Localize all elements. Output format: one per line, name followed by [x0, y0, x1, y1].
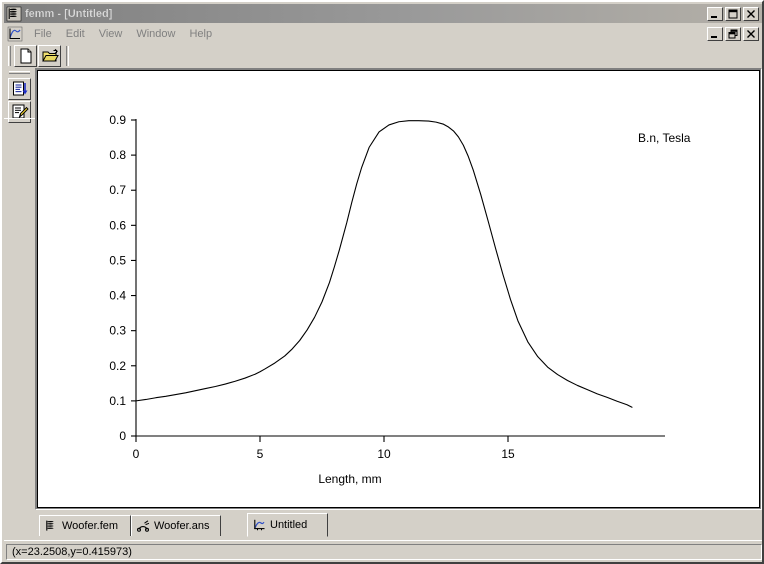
x-tick-label: 5: [257, 447, 264, 461]
child-window-controls: [707, 26, 759, 41]
new-document-button[interactable]: [14, 44, 37, 67]
left-toolbar: [4, 68, 35, 538]
y-tick-label: 0.8: [109, 148, 126, 162]
y-tick-label: 0.6: [109, 218, 126, 232]
menu-item-file[interactable]: File: [27, 26, 59, 42]
close-button[interactable]: [743, 6, 759, 21]
mdi-client-area: 0 0.1 0.2 0.3 0.4 0.5 0.6 0.7 0.8 0.9 0 5 10 15 Leng…: [35, 68, 762, 510]
left-toolbar-grip[interactable]: [9, 71, 30, 74]
tab-woofer-fem[interactable]: Woofer.fem: [39, 515, 131, 536]
export-data-button[interactable]: [8, 78, 31, 100]
tab-untitled[interactable]: Untitled: [247, 513, 328, 537]
y-tick-label: 0.7: [109, 183, 126, 197]
x-axis-label: Length, mm: [318, 472, 381, 486]
femm-coil-icon: [6, 6, 22, 22]
legend-label: B.n, Tesla: [638, 131, 691, 145]
status-bar: (x=23.2508,y=0.415973): [4, 540, 762, 562]
y-tick-label: 0.3: [109, 324, 126, 338]
tab-label: Woofer.ans: [154, 520, 210, 532]
x-tick-label: 15: [501, 447, 515, 461]
magnet-icon: [136, 519, 150, 533]
tab-label: Untitled: [270, 519, 308, 531]
tab-label: Woofer.fem: [62, 520, 119, 532]
y-tick-label: 0.9: [109, 113, 126, 127]
menu-item-help[interactable]: Help: [182, 26, 219, 42]
maximize-button[interactable]: [725, 6, 741, 21]
plot-window-icon[interactable]: [7, 26, 23, 42]
y-tick-label: 0.4: [109, 289, 126, 303]
y-tick-label: 0: [119, 429, 126, 443]
document-tab-strip: Woofer.fem Woofer.ans Untitled: [35, 512, 762, 538]
menu-bar: File Edit View Window Help: [4, 24, 762, 43]
child-close-button[interactable]: [743, 26, 759, 41]
main-toolbar: [4, 43, 762, 68]
plot-child-window[interactable]: 0 0.1 0.2 0.3 0.4 0.5 0.6 0.7 0.8 0.9 0 5 10 15 Leng…: [37, 70, 760, 508]
window-controls: [707, 6, 759, 21]
open-document-button[interactable]: [38, 44, 61, 67]
window-title: femm - [Untitled]: [25, 7, 113, 20]
title-bar: femm - [Untitled]: [4, 4, 762, 23]
y-tick-label: 0.2: [109, 359, 126, 373]
plot-canvas[interactable]: 0 0.1 0.2 0.3 0.4 0.5 0.6 0.7 0.8 0.9 0 5 10 15 Leng…: [38, 71, 760, 508]
application-window: femm - [Untitled] File Edit View Window …: [0, 0, 764, 564]
y-tick-label: 0.1: [109, 394, 126, 408]
child-minimize-button[interactable]: [707, 26, 723, 41]
toolbar-grip[interactable]: [8, 45, 11, 66]
child-restore-button[interactable]: [725, 26, 741, 41]
menu-item-view[interactable]: View: [92, 26, 130, 42]
x-tick-label: 10: [377, 447, 391, 461]
tab-woofer-ans[interactable]: Woofer.ans: [131, 515, 221, 536]
y-tick-label: 0.5: [109, 253, 126, 267]
plot-window-icon: [252, 518, 266, 532]
toolbar-separator: [66, 45, 69, 66]
menu-item-window[interactable]: Window: [129, 26, 182, 42]
minimize-button[interactable]: [707, 6, 723, 21]
status-coordinates: (x=23.2508,y=0.415973): [6, 543, 762, 560]
x-tick-label: 0: [133, 447, 140, 461]
menu-item-edit[interactable]: Edit: [59, 26, 92, 42]
femm-coil-icon: [44, 519, 58, 533]
left-toolbar-edge: [4, 118, 35, 538]
